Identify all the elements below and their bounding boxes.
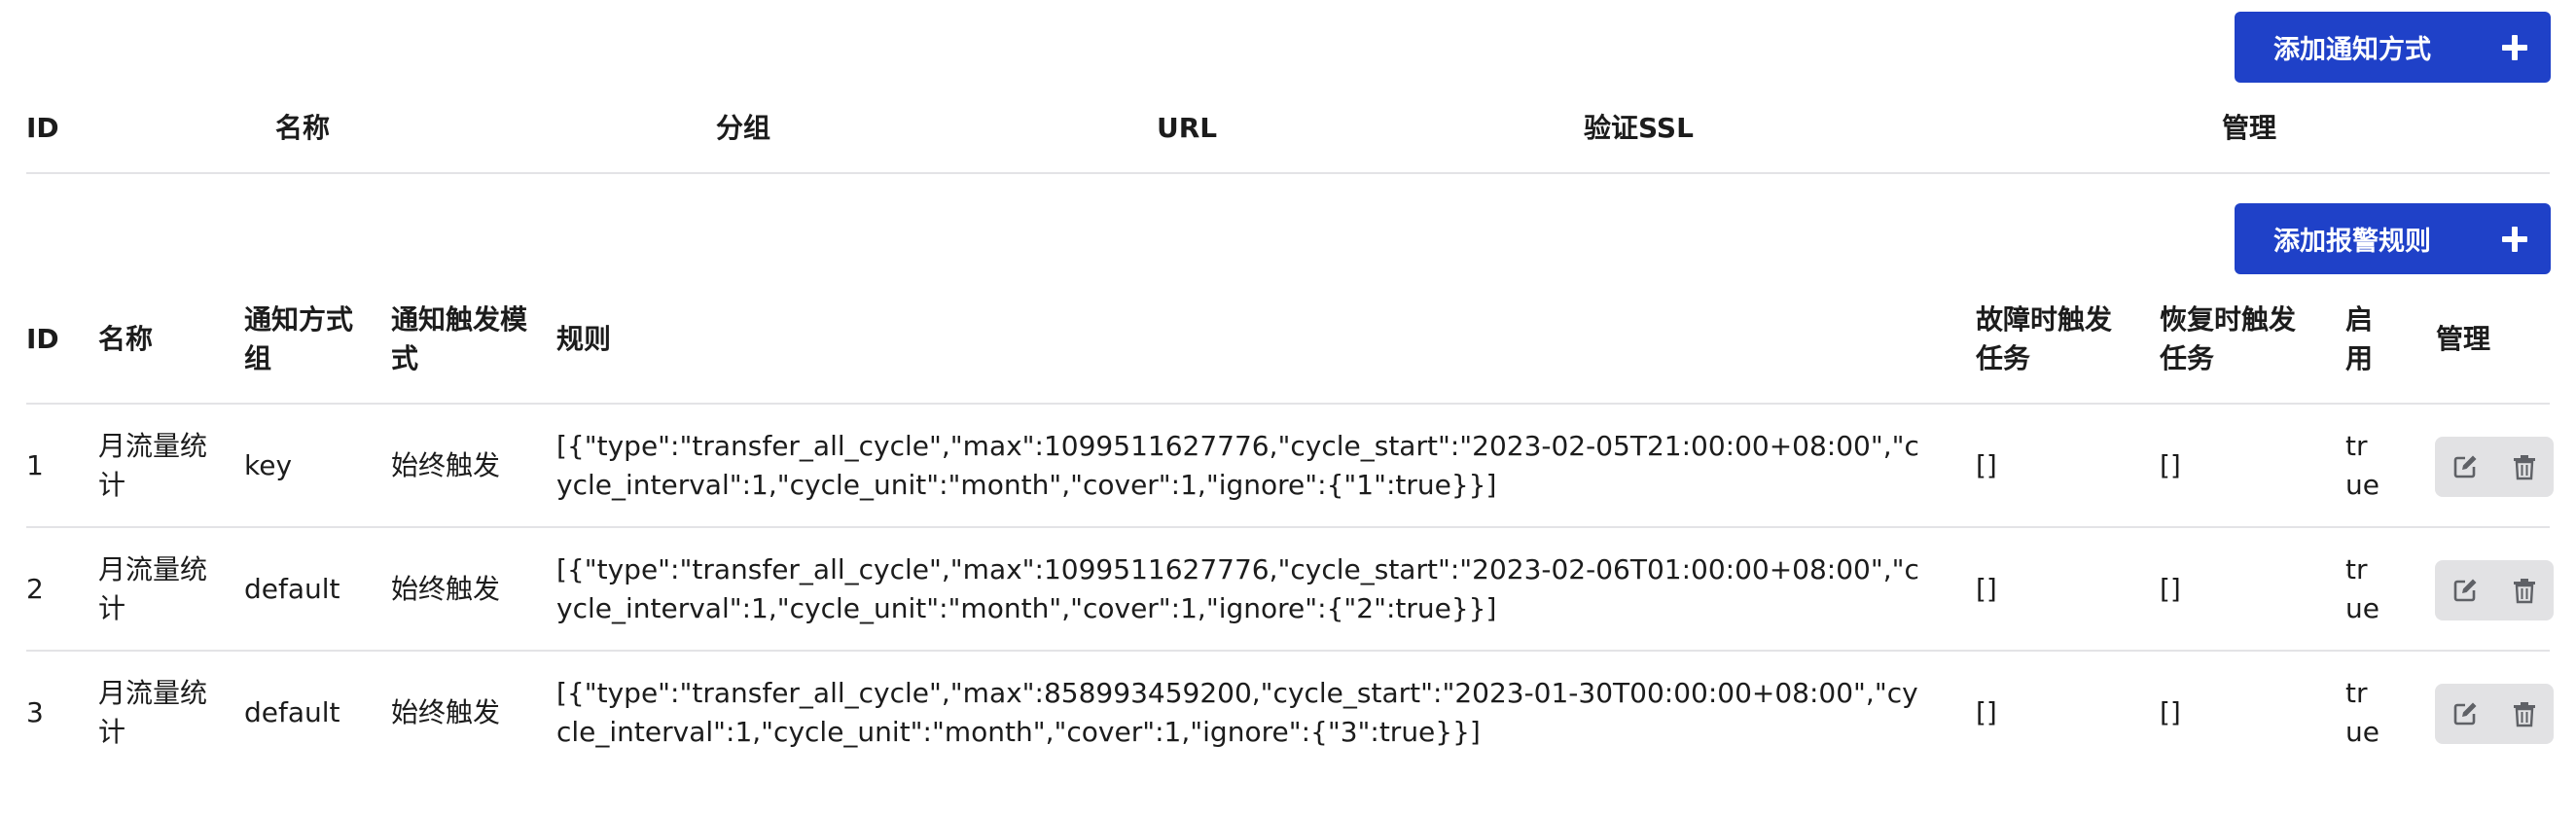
row-fail-task: [] — [1976, 696, 1997, 728]
col-name: 名称 — [275, 112, 331, 144]
row-fail-task: [] — [1976, 573, 1997, 605]
row-rules: [{"type":"transfer_all_cycle","max":1099… — [556, 553, 1919, 624]
row-id: 2 — [26, 573, 44, 605]
col-manage: 管理 — [2436, 323, 2491, 355]
row-actions — [2435, 437, 2554, 497]
add-notification-label: 添加通知方式 — [2273, 35, 2431, 65]
col-fail-task: 故障时触发任务 — [1976, 303, 2113, 374]
col-enabled: 启用 — [2345, 303, 2374, 374]
col-manage: 管理 — [2222, 112, 2277, 144]
row-enabled: true — [2345, 677, 2379, 748]
col-verify-ssl: 验证SSL — [1584, 112, 1694, 144]
row-actions — [2435, 560, 2554, 620]
row-recover-task: [] — [2160, 449, 2181, 481]
delete-button[interactable] — [2494, 437, 2554, 497]
col-trigger-mode: 通知触发模式 — [391, 303, 528, 374]
row-group: default — [244, 573, 340, 605]
col-id: ID — [26, 112, 59, 144]
plus-icon — [2502, 226, 2527, 252]
row-group: default — [244, 696, 340, 728]
divider — [26, 650, 2550, 652]
add-alert-rule-label: 添加报警规则 — [2273, 227, 2431, 257]
page: 添加通知方式 ID 名称 分组 URL 验证SSL 管理 添加报警规则 ID 名… — [0, 0, 2576, 815]
row-enabled: true — [2345, 553, 2379, 624]
row-trigger-mode: 始终触发 — [391, 573, 501, 605]
delete-button[interactable] — [2494, 560, 2554, 620]
row-id: 3 — [26, 696, 44, 728]
add-alert-rule-button[interactable]: 添加报警规则 — [2235, 203, 2551, 274]
row-group: key — [244, 449, 293, 481]
divider — [26, 403, 2550, 405]
col-name: 名称 — [98, 323, 154, 355]
row-recover-task: [] — [2160, 573, 2181, 605]
edit-button[interactable] — [2435, 684, 2494, 744]
edit-button[interactable] — [2435, 560, 2494, 620]
row-recover-task: [] — [2160, 696, 2181, 728]
col-id: ID — [26, 323, 59, 355]
row-name: 月流量统计 — [98, 430, 208, 501]
row-rules: [{"type":"transfer_all_cycle","max":8589… — [556, 677, 1918, 748]
row-id: 1 — [26, 449, 44, 481]
edit-icon — [2453, 702, 2476, 726]
col-group: 分组 — [716, 112, 771, 144]
row-trigger-mode: 始终触发 — [391, 696, 501, 728]
divider — [26, 526, 2550, 528]
trash-icon — [2513, 579, 2535, 604]
col-notification-group: 通知方式组 — [244, 303, 354, 374]
col-rules: 规则 — [556, 323, 612, 355]
divider — [26, 172, 2550, 174]
row-trigger-mode: 始终触发 — [391, 449, 501, 481]
trash-icon — [2513, 455, 2535, 480]
edit-icon — [2453, 579, 2476, 602]
add-notification-button[interactable]: 添加通知方式 — [2235, 12, 2551, 83]
row-name: 月流量统计 — [98, 553, 208, 624]
delete-button[interactable] — [2494, 684, 2554, 744]
row-actions — [2435, 684, 2554, 744]
row-fail-task: [] — [1976, 449, 1997, 481]
edit-button[interactable] — [2435, 437, 2494, 497]
edit-icon — [2453, 455, 2476, 478]
col-recover-task: 恢复时触发任务 — [2160, 303, 2297, 374]
plus-icon — [2502, 34, 2527, 60]
row-enabled: true — [2345, 430, 2379, 501]
row-rules: [{"type":"transfer_all_cycle","max":1099… — [556, 430, 1919, 501]
row-name: 月流量统计 — [98, 677, 208, 748]
col-url: URL — [1157, 112, 1218, 144]
trash-icon — [2513, 702, 2535, 727]
